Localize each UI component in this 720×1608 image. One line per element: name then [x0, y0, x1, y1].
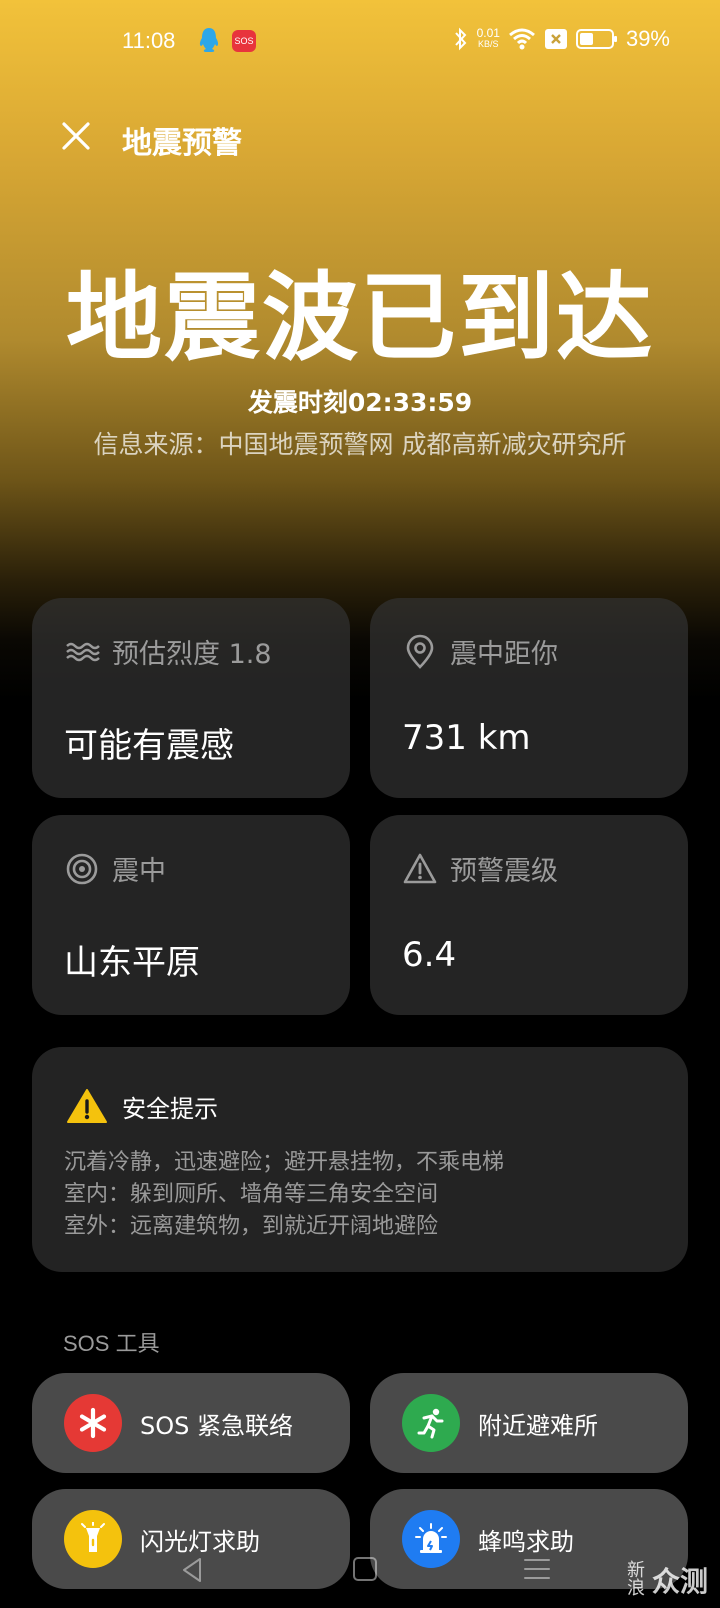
distance-card-header: 震中距你	[402, 632, 558, 671]
sos-tools-label: SOS 工具	[63, 1331, 160, 1356]
intensity-label: 预估烈度 1.8	[112, 639, 272, 670]
qq-icon	[199, 28, 219, 52]
sos-status-badge: SOS	[232, 30, 256, 52]
battery-icon	[575, 29, 617, 49]
alert-headline: 地震波已到达	[66, 262, 654, 374]
epicenter-card: 震中 山东平原	[32, 815, 350, 1015]
magnitude-label: 预警震级	[450, 856, 558, 887]
sim-off-icon	[544, 29, 567, 49]
warning-triangle-icon	[403, 853, 437, 883]
bluetooth-icon	[454, 27, 466, 51]
nearby-shelter-label: 附近避难所	[478, 1412, 598, 1440]
magnitude-card: 预警震级 6.4	[370, 815, 688, 1015]
safety-tips-card: 安全提示 沉着冷静，迅速避险；避开悬挂物，不乘电梯 室内：躲到厕所、墙角等三角安…	[32, 1047, 688, 1272]
back-nav-icon[interactable]	[178, 1556, 206, 1584]
wifi-icon	[508, 28, 535, 50]
network-speed-unit: KB/S	[478, 39, 499, 49]
earthquake-alert-screen: 11:08 SOS 0.01 KB/S 39% 地震预警 地震波已到达 发震时刻…	[0, 0, 720, 1608]
safety-tip-line: 沉着冷静，迅速避险；避开悬挂物，不乘电梯	[64, 1150, 505, 1175]
epicenter-card-header: 震中	[64, 849, 166, 888]
safety-tip-line: 室外：远离建筑物，到就近开阔地避险	[64, 1214, 439, 1239]
home-nav-icon[interactable]	[352, 1556, 378, 1582]
sos-emergency-contact-button[interactable]: SOS 紧急联络	[32, 1373, 350, 1473]
running-man-icon	[402, 1394, 460, 1452]
safety-tip-line: 室内：躲到厕所、墙角等三角安全空间	[64, 1182, 439, 1207]
epicenter-label: 震中	[112, 856, 166, 887]
watermark-small: 新 浪	[626, 1562, 646, 1598]
safety-tips-title: 安全提示	[122, 1094, 218, 1123]
intensity-card: 预估烈度 1.8 可能有震感	[32, 598, 350, 798]
location-pin-icon	[406, 634, 434, 669]
status-time: 11:08	[122, 28, 176, 53]
watermark-big: 众测	[651, 1565, 708, 1598]
page-title: 地震预警	[122, 126, 242, 161]
asterisk-icon	[64, 1394, 122, 1452]
magnitude-card-header: 预警震级	[402, 849, 558, 888]
network-speed-value: 0.01	[476, 26, 500, 40]
status-right-group: 0.01 KB/S 39%	[453, 26, 670, 52]
safety-tips-list: 沉着冷静，迅速避险；避开悬挂物，不乘电梯 室内：躲到厕所、墙角等三角安全空间 室…	[64, 1147, 504, 1243]
intensity-value: 可能有震感	[64, 726, 234, 766]
epicenter-value: 山东平原	[64, 943, 200, 983]
watermark: 新 浪 众测	[626, 1560, 708, 1600]
target-icon	[66, 853, 98, 884]
battery-percent: 39%	[625, 26, 670, 51]
watermark-small-bottom: 浪	[626, 1578, 645, 1599]
status-bar: 11:08 SOS 0.01 KB/S 39%	[0, 24, 720, 64]
intensity-card-header: 预估烈度 1.8	[64, 632, 272, 671]
nearby-shelter-button[interactable]: 附近避难所	[370, 1373, 688, 1473]
safety-tips-header: 安全提示	[66, 1087, 218, 1125]
distance-label: 震中距你	[450, 639, 558, 670]
quake-time: 发震时刻02:33:59	[247, 388, 473, 417]
warning-icon	[67, 1089, 107, 1123]
system-navbar	[0, 1548, 720, 1608]
network-speed: 0.01 KB/S	[476, 26, 500, 50]
info-source: 信息来源：中国地震预警网 成都高新减灾研究所	[93, 430, 627, 459]
distance-value: 731 km	[402, 718, 531, 758]
recents-nav-icon[interactable]	[522, 1556, 552, 1582]
magnitude-value: 6.4	[402, 935, 457, 975]
wave-icon	[66, 642, 100, 661]
distance-card: 震中距你 731 km	[370, 598, 688, 798]
sos-emergency-contact-label: SOS 紧急联络	[140, 1412, 293, 1440]
close-icon[interactable]	[58, 118, 94, 154]
